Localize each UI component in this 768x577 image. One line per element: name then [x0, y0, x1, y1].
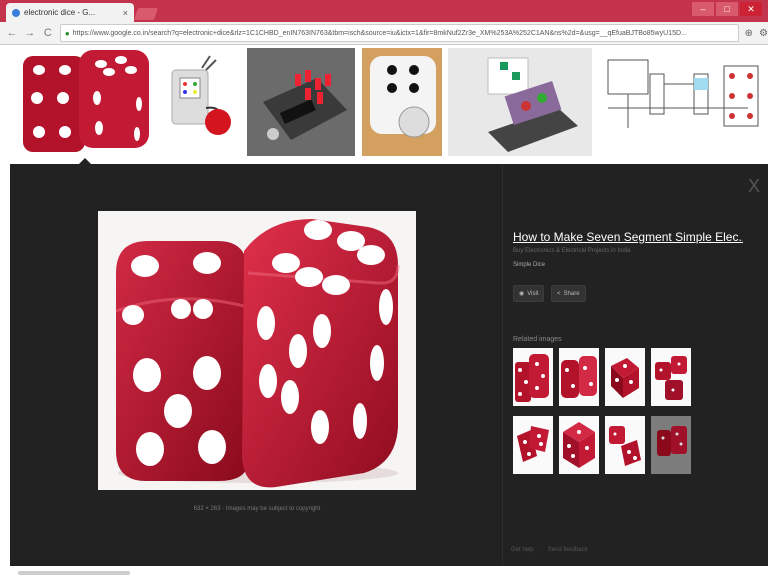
viewer-footer: Get help · Send feedback [511, 547, 588, 553]
get-help-link[interactable]: Get help [511, 547, 534, 553]
related-thumb[interactable] [605, 348, 645, 406]
related-thumb[interactable] [559, 416, 599, 474]
back-button[interactable]: ← [6, 27, 18, 39]
close-viewer-icon[interactable]: X [748, 176, 760, 197]
result-thumb-schematic[interactable] [598, 48, 768, 156]
share-button[interactable]: < Share [551, 285, 586, 302]
close-window-button[interactable]: ✕ [740, 2, 762, 16]
result-thumb-dice-device[interactable] [158, 48, 240, 156]
related-thumb[interactable] [513, 348, 553, 406]
image-viewer-panel: 632 × 263 · Images may be subject to cop… [10, 164, 768, 566]
related-thumb[interactable] [513, 416, 553, 474]
main-preview-image[interactable] [98, 211, 416, 490]
result-thumb-dice-on-pcb[interactable] [448, 48, 592, 156]
result-thumb-white-die[interactable] [362, 48, 442, 156]
share-icon: < [557, 290, 561, 297]
forward-button[interactable]: → [24, 27, 36, 39]
address-bar[interactable]: ● https://www.google.co.in/search?q=elec… [59, 24, 739, 42]
result-title-link[interactable]: How to Make Seven Segment Simple Elec... [513, 230, 743, 244]
result-subtitle: Simple Dice [513, 262, 546, 268]
related-thumb[interactable] [651, 416, 691, 474]
image-caption: 632 × 263 · Images may be subject to cop… [98, 506, 416, 512]
new-tab-button[interactable] [133, 8, 159, 20]
extension-icon[interactable]: ⊕ [745, 28, 753, 39]
source-site: Buy Electronics & Electrical Projects in… [513, 248, 631, 254]
bottom-scroll-area [0, 566, 768, 577]
image-results-strip [0, 45, 768, 163]
tab-title: electronic dice - G... [24, 8, 96, 17]
panel-divider [502, 164, 503, 566]
related-images-grid [513, 348, 693, 475]
globe-icon: ◉ [519, 291, 525, 297]
minimize-button[interactable]: – [692, 2, 714, 16]
visit-label: Visit [527, 290, 539, 297]
tab-close-icon[interactable]: × [123, 8, 128, 18]
google-favicon-icon [12, 8, 20, 17]
related-thumb[interactable] [559, 348, 599, 406]
image-dimensions: 632 × 263 [193, 506, 221, 512]
lock-icon: ● [64, 28, 70, 38]
browser-tab[interactable]: electronic dice - G... × [6, 3, 134, 22]
share-label: Share [563, 290, 580, 297]
send-feedback-link[interactable]: Send feedback [548, 547, 588, 553]
result-thumb-circuit-board[interactable] [247, 48, 355, 156]
horizontal-scrollbar[interactable] [18, 571, 130, 575]
result-thumb-red-dice[interactable] [17, 48, 153, 156]
related-thumb[interactable] [651, 348, 691, 406]
copyright-note: Images may be subject to copyright [225, 506, 321, 512]
browser-title-bar: electronic dice - G... × – □ ✕ [0, 0, 768, 22]
reload-button[interactable]: C [42, 27, 54, 39]
related-thumb[interactable] [605, 416, 645, 474]
window-controls: – □ ✕ [692, 2, 762, 16]
settings-gear-icon[interactable]: ⚙ [759, 28, 768, 39]
browser-toolbar: ← → C ● https://www.google.co.in/search?… [0, 22, 768, 45]
maximize-button[interactable]: □ [716, 2, 738, 16]
visit-button[interactable]: ◉ Visit [513, 285, 545, 302]
url-text: https://www.google.co.in/search?q=electr… [72, 29, 687, 37]
related-images-heading: Related images [513, 336, 562, 343]
footer-separator: · [539, 547, 542, 553]
